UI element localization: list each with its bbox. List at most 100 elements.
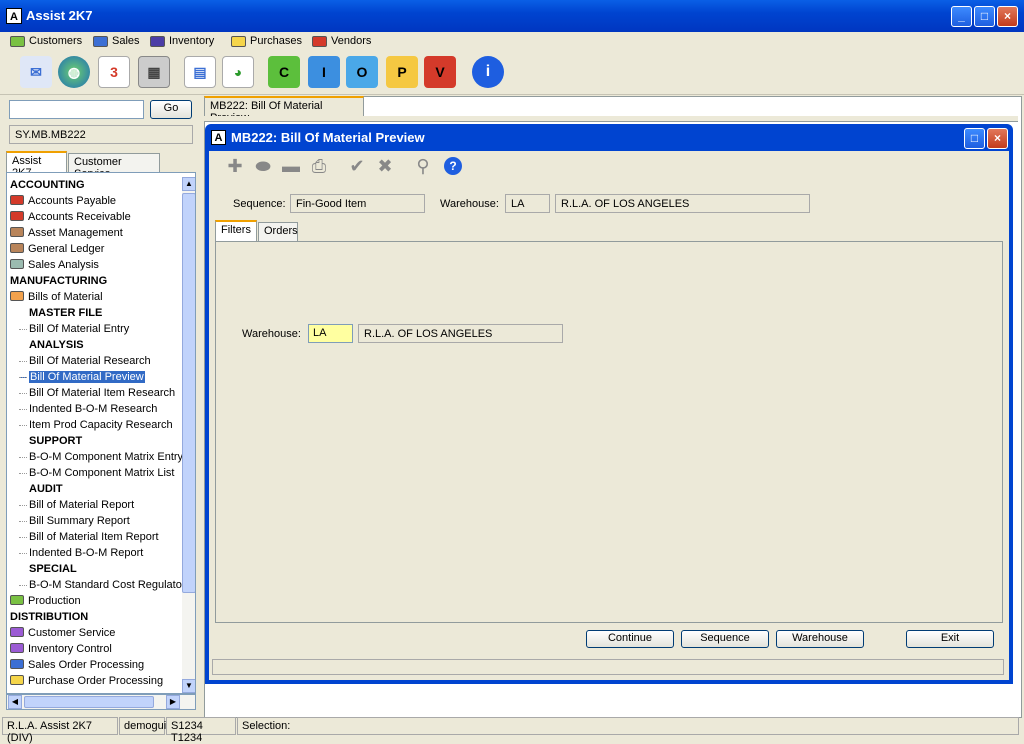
search-icon[interactable]: ⚲	[411, 154, 435, 178]
delete-icon[interactable]: ▬	[279, 154, 303, 178]
menu-vendors[interactable]: Vendors	[312, 33, 371, 49]
tree-item[interactable]: Bill of Material Item Report	[19, 529, 159, 545]
folder-icon	[10, 35, 25, 47]
scroll-up-icon[interactable]: ▲	[182, 177, 195, 191]
chart-report-icon[interactable]: ◕	[222, 56, 254, 88]
calculator-icon[interactable]: ▦	[138, 56, 170, 88]
tree-folder[interactable]: Sales Order Processing	[10, 657, 144, 673]
tree-folder[interactable]: General Ledger	[10, 241, 104, 257]
tab-orders[interactable]: Orders	[258, 222, 298, 241]
tree-connector	[19, 377, 27, 378]
tree-item[interactable]: Bill Of Material Research	[19, 353, 151, 369]
tree-folder[interactable]: Sales Analysis	[10, 257, 99, 273]
tree-label: SUPPORT	[29, 435, 83, 447]
info-icon[interactable]: i	[472, 56, 504, 88]
tree-label: Item Prod Capacity Research	[29, 419, 173, 431]
tree-label: Production	[28, 595, 81, 607]
warehouse-button[interactable]: Warehouse	[776, 630, 864, 648]
tree-label: MANUFACTURING	[10, 275, 108, 287]
tree-folder[interactable]: Production	[10, 593, 81, 609]
folder-icon	[150, 35, 165, 47]
menu-customers[interactable]: Customers	[10, 33, 82, 49]
tree-label: Bill Summary Report	[29, 515, 130, 527]
tree-scrollbar[interactable]: ▲ ▼	[182, 177, 195, 693]
tree-folder[interactable]: Purchase Order Processing	[10, 673, 163, 689]
menu-inventory[interactable]: Inventory	[150, 33, 214, 49]
edit-icon[interactable]: ⬬	[251, 154, 275, 178]
tab-assist-2k7[interactable]: Assist 2K7	[6, 151, 67, 179]
folder-icon	[10, 643, 24, 653]
report-icon[interactable]: ▤	[184, 56, 216, 88]
accept-icon[interactable]: ✔	[345, 154, 369, 178]
menu-sales[interactable]: Sales	[93, 33, 140, 49]
scroll-down-icon[interactable]: ▼	[182, 679, 195, 693]
tree-label: AUDIT	[29, 483, 63, 495]
window-maximize-button[interactable]: □	[964, 128, 985, 149]
tree-connector	[19, 361, 27, 362]
window-close-button[interactable]: ×	[987, 128, 1008, 149]
folder-icon	[10, 195, 24, 205]
tree-item[interactable]: Bill of Material Report	[19, 497, 134, 513]
tree-folder[interactable]: Accounts Payable	[10, 193, 116, 209]
menu-purchases[interactable]: Purchases	[231, 33, 302, 49]
tree-label: Bill Of Material Research	[29, 355, 151, 367]
tab-filters[interactable]: Filters	[215, 220, 257, 241]
tree-folder[interactable]: Asset Management	[10, 225, 123, 241]
hscroll-thumb[interactable]	[24, 696, 154, 708]
scroll-left-icon[interactable]: ◀	[8, 695, 22, 709]
tree-folder[interactable]: Bills of Material	[10, 289, 103, 305]
tree-item[interactable]: Bill Of Material Item Research	[19, 385, 176, 401]
tree-item[interactable]: Indented B-O-M Research	[19, 401, 157, 417]
close-button[interactable]: ×	[997, 6, 1018, 27]
tree-folder[interactable]: Customer Service	[10, 625, 115, 641]
calendar-icon[interactable]: 3	[98, 56, 130, 88]
sequence-button[interactable]: Sequence	[681, 630, 769, 648]
tree-item[interactable]: B-O-M Standard Cost Regulato	[19, 577, 182, 593]
tree-item[interactable]: Item Prod Capacity Research	[19, 417, 173, 433]
customers-icon[interactable]: C	[268, 56, 300, 88]
tree-label: Bill Of Material Item Research	[29, 387, 176, 399]
tree-item[interactable]: Indented B-O-M Report	[19, 545, 143, 561]
tab-mb222[interactable]: MB222: Bill Of Material Preview	[204, 96, 364, 124]
add-icon[interactable]: ✚	[223, 154, 247, 178]
tree-folder[interactable]: Inventory Control	[10, 641, 112, 657]
folder-icon	[10, 243, 24, 253]
cancel-icon[interactable]: ✖	[373, 154, 397, 178]
minimize-button[interactable]: _	[951, 6, 972, 27]
tree-item[interactable]: Bill Of Material Entry	[19, 321, 130, 337]
folder-icon	[10, 259, 24, 269]
scroll-right-icon[interactable]: ▶	[166, 695, 180, 709]
tree-item[interactable]: B-O-M Component Matrix Entry	[19, 449, 183, 465]
menu-bar: Customers Sales Inventory Purchases Vendors	[0, 32, 1024, 50]
continue-button[interactable]: Continue	[586, 630, 674, 648]
folder-icon	[93, 35, 108, 47]
exit-button[interactable]: Exit	[906, 630, 994, 648]
tree-label: Bill Of Material Entry	[29, 323, 130, 335]
warehouse-code-field[interactable]: LA	[505, 194, 550, 213]
inventory-icon[interactable]: I	[308, 56, 340, 88]
bom-preview-window: A MB222: Bill Of Material Preview □ × ✚ …	[205, 124, 1013, 684]
search-input[interactable]	[9, 100, 144, 119]
menu-label: Purchases	[250, 35, 302, 47]
filter-warehouse-code-input[interactable]: LA	[308, 324, 353, 343]
tree-item[interactable]: Bill Summary Report	[19, 513, 130, 529]
scroll-thumb[interactable]	[182, 193, 195, 593]
tab-customer-service[interactable]: Customer Service	[68, 153, 160, 180]
purchases-icon[interactable]: P	[386, 56, 418, 88]
vendors-icon[interactable]: V	[424, 56, 456, 88]
print-icon[interactable]: ⎙	[307, 154, 331, 178]
go-button[interactable]: Go	[150, 100, 192, 119]
mail-icon[interactable]: ✉	[20, 56, 52, 88]
folder-icon	[10, 627, 24, 637]
orders-icon[interactable]: O	[346, 56, 378, 88]
status-session: S1234 T1234	[166, 717, 236, 744]
globe-icon[interactable]: ◍	[58, 56, 90, 88]
maximize-button[interactable]: □	[974, 6, 995, 27]
tree-label: SPECIAL	[29, 563, 77, 575]
tree-item[interactable]: B-O-M Component Matrix List	[19, 465, 174, 481]
tree-hscrollbar[interactable]: ◀ ▶	[6, 694, 196, 710]
help-icon[interactable]: ?	[441, 154, 465, 178]
tree-item[interactable]: Bill Of Material Preview	[19, 369, 145, 385]
tree-folder[interactable]: Accounts Receivable	[10, 209, 131, 225]
sequence-field[interactable]: Fin-Good Item	[290, 194, 425, 213]
